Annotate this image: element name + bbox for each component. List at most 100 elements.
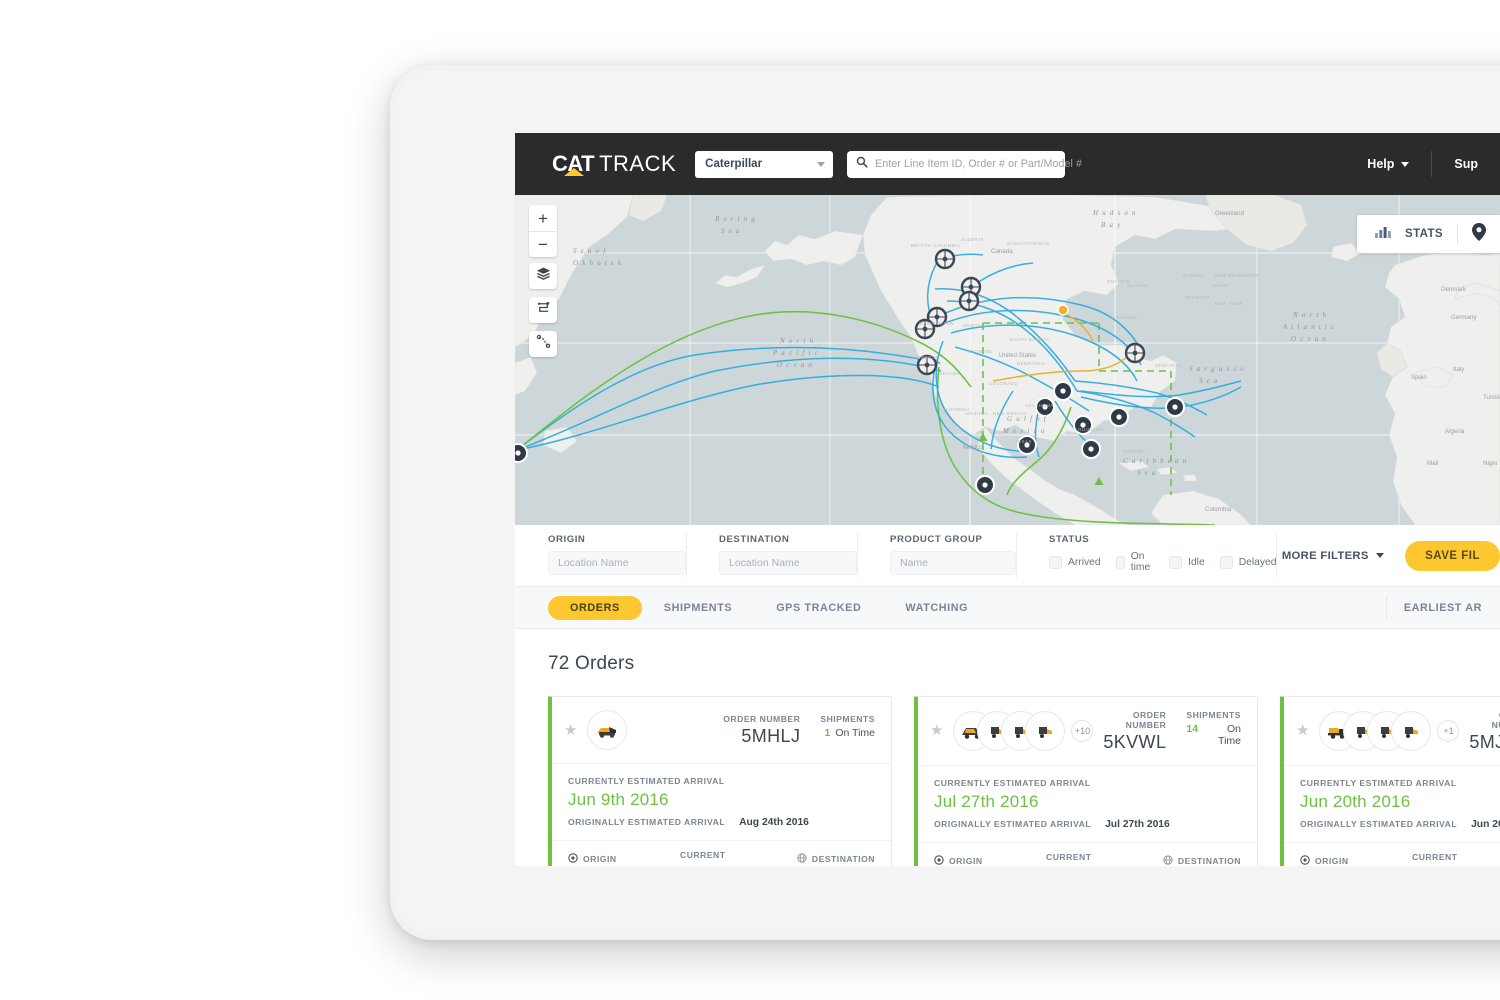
svg-text:C a r i b b e a n: C a r i b b e a n [1123,457,1187,465]
status-checkbox-idle[interactable]: Idle [1169,555,1205,569]
svg-text:BRITISH COLUMBIA: BRITISH COLUMBIA [911,243,960,248]
tab-watching[interactable]: WATCHING [883,596,990,620]
global-search-box[interactable]: Enter Line Item ID, Order # or Part/Mode… [847,150,1082,178]
checkbox-box[interactable] [1219,555,1233,569]
svg-text:P a c i f i c: P a c i f i c [772,349,819,357]
status-option-label: Idle [1188,556,1205,568]
chevron-down-icon [817,161,826,167]
checkbox-box[interactable] [1115,555,1125,569]
route-list-icon [536,300,551,320]
map-layers-control[interactable] [529,263,557,289]
svg-text:N o r t h: N o r t h [779,337,814,345]
map-list-control[interactable] [529,297,557,323]
map-zoom-in-button[interactable]: + [529,205,557,231]
tab-shipments[interactable]: SHIPMENTS [642,596,754,620]
shipments-count: 1 [824,727,831,740]
favorite-star-icon[interactable]: ★ [564,723,577,738]
save-filter-button[interactable]: SAVE FIL [1405,540,1500,571]
status-checkbox-on-time[interactable]: On time [1115,551,1154,573]
svg-text:NEBRASKA: NEBRASKA [1017,361,1045,366]
destination-label: DESTINATION [811,854,875,864]
map-layers-button[interactable] [529,263,557,289]
product-group-placeholder: Name [900,557,929,569]
more-filters-cell[interactable]: MORE FILTERS [1276,525,1389,586]
shipments-block: SHIPMENTS 1 On Time [820,714,875,739]
svg-text:M e x i c o: M e x i c o [1002,427,1046,435]
svg-text:Mali: Mali [1427,460,1438,467]
destination-label: DESTINATION [719,534,790,545]
favorite-star-icon[interactable]: ★ [930,723,943,738]
order-number-block: ORDER NUMBER 5KVWL [1093,710,1166,752]
order-card[interactable]: ★ [548,696,892,866]
more-filters-button[interactable]: MORE FILTERS [1282,550,1384,562]
svg-text:B e r i n g: B e r i n g [715,215,756,223]
screenshot-stage: CAT TRACK Caterpillar Enter Line Item ID… [0,0,1500,1000]
help-menu[interactable]: Help [1345,151,1431,177]
original-eta-row: ORIGINALLY ESTIMATED ARRIVAL Jun 20th 20… [1300,819,1500,830]
order-number-label: ORDER NUMBER [1125,710,1167,730]
machine-avatar-group: +10 [953,710,1094,751]
map-measure-control[interactable] [529,331,557,357]
support-menu[interactable]: Sup [1432,151,1500,177]
origin-label: ORIGIN [1315,855,1349,866]
destination-input[interactable]: Location Name [719,551,857,575]
svg-text:TEXAS: TEXAS [1015,439,1032,444]
filter-status: STATUS Arrived On time Idle Delayed [1016,525,1276,586]
order-number-value: 5KVWL [1103,732,1167,752]
plus-icon: + [538,208,548,228]
destination-head: DESTINATION [1163,852,1241,866]
shipments-value: 14 On Time [1186,723,1241,747]
current-eta-label: CURRENTLY ESTIMATED ARRIVAL [1300,777,1457,788]
order-card[interactable]: ★ [1280,696,1500,866]
svg-text:KENTUCKY: KENTUCKY [1155,363,1183,368]
tab-label: WATCHING [905,601,969,614]
product-group-input[interactable]: Name [890,551,1016,575]
svg-text:FLORIDA: FLORIDA [1123,449,1146,454]
map-route-list-button[interactable] [529,297,557,323]
tab-gps-tracked[interactable]: GPS TRACKED [754,596,883,620]
map-stats-panel[interactable]: STATS [1357,215,1500,253]
status-label: STATUS [1049,534,1090,545]
map-zoom-out-button[interactable]: − [529,231,557,257]
checkbox-box[interactable] [1049,555,1062,569]
checkbox-box[interactable] [1169,555,1183,569]
route-origin: ORIGIN Multiple [934,852,1046,866]
current-eta-value: Jun 9th 2016 [568,790,669,809]
avatar-overflow-count: +1 [1437,719,1460,742]
route-current: CURRENT [1046,852,1136,866]
svg-text:NEVADA: NEVADA [939,371,960,376]
original-eta-label: ORIGINALLY ESTIMATED ARRIVAL [934,818,1092,829]
order-card-route: ORIGIN Multiple CURRENT [918,843,1257,866]
layers-icon [536,266,551,286]
favorite-star-icon[interactable]: ★ [1296,723,1309,738]
svg-text:O c e a n: O c e a n [1291,335,1327,343]
origin-input[interactable]: Location Name [548,551,686,575]
svg-text:Spain: Spain [1411,374,1427,381]
sort-control[interactable]: EARLIEST AR [1385,587,1500,628]
shipment-map[interactable]: .land { fill:#efefed; stroke:#dcdcda; st… [515,195,1500,525]
destination-placeholder: Location Name [729,557,800,569]
status-checkbox-arrived[interactable]: Arrived [1049,555,1101,569]
svg-text:MONTANA: MONTANA [963,323,988,328]
order-card-header: ★ [552,697,891,764]
status-checkbox-delayed[interactable]: Delayed [1219,555,1277,569]
order-card[interactable]: ★ [914,696,1258,866]
current-label: CURRENT [680,850,726,860]
status-option-label: Delayed [1238,556,1277,568]
order-card-meta: ORDER NUMBER 5KVWL SHIPMENTS 14 On Time [1093,710,1241,752]
map-zoom-controls[interactable]: + − [529,205,557,257]
tab-orders[interactable]: ORDERS [548,595,642,620]
orders-content: 72 Orders ★ ORDER NUMBER 5MHLJ SHIPMENTS… [515,629,1500,866]
svg-text:SASKATCHEWAN: SASKATCHEWAN [1007,241,1049,246]
map-pin-icon[interactable] [1472,222,1486,246]
shipments-status: On Time [835,727,875,740]
shipments-value: 1 On Time [824,727,875,739]
cat-track-logo[interactable]: CAT TRACK [552,153,676,176]
bar-chart-icon [1375,225,1391,243]
original-eta-row: ORIGINALLY ESTIMATED ARRIVAL Jul 27th 20… [934,819,1241,830]
brand-select-dropdown[interactable]: Caterpillar [695,150,834,178]
map-measure-button[interactable] [529,331,557,357]
search-input[interactable]: Enter Line Item ID, Order # or Part/Mode… [875,158,1082,170]
destination-globe-icon [1163,852,1173,866]
svg-text:OKLAHOMA: OKLAHOMA [1025,403,1054,408]
